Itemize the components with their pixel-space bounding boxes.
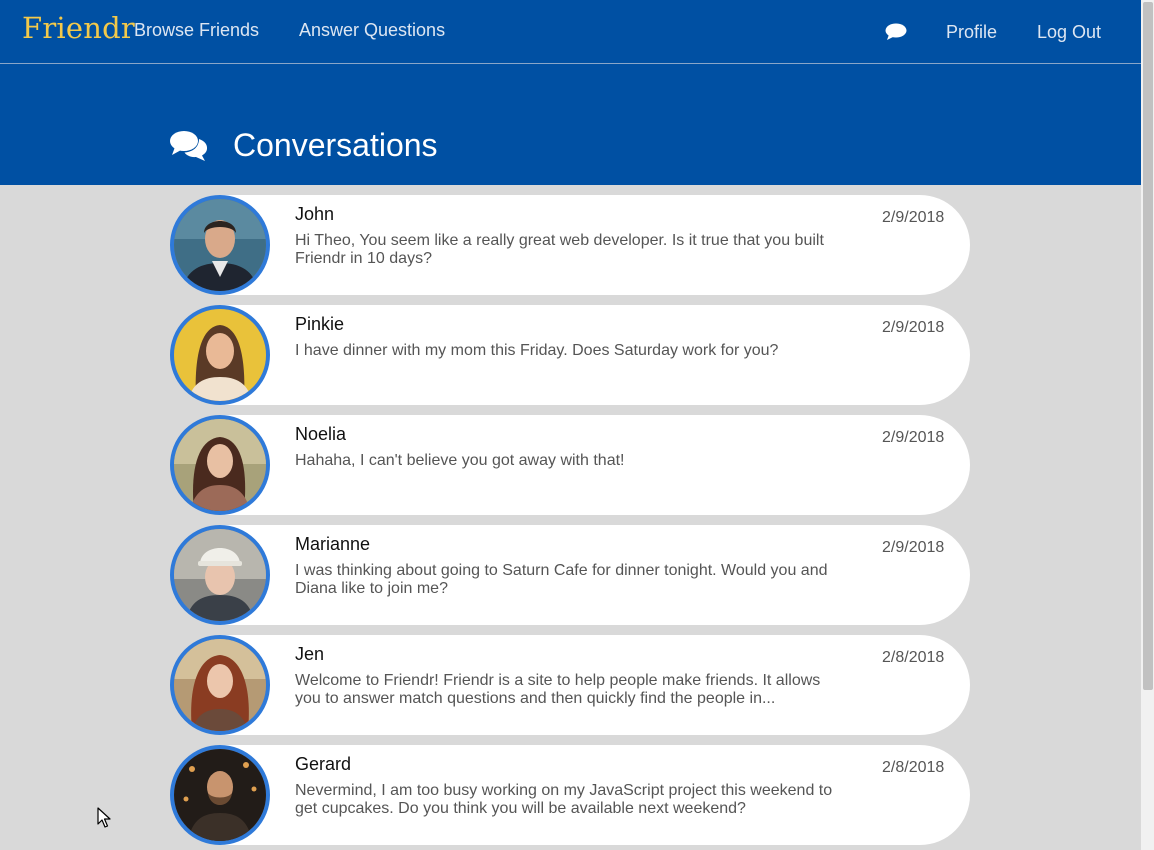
conversation-date: 2/9/2018 <box>882 429 945 446</box>
conversation-name: Pinkie <box>295 314 345 334</box>
avatar <box>170 525 270 625</box>
conversation-name: Noelia <box>295 424 347 444</box>
nav-answer-questions[interactable]: Answer Questions <box>299 20 445 41</box>
comment-icon[interactable] <box>884 22 908 42</box>
avatar <box>170 195 270 295</box>
nav-browse-friends[interactable]: Browse Friends <box>134 20 259 41</box>
conversation-message: Hahaha, I can't believe you got away wit… <box>295 452 625 469</box>
conversation-date: 2/9/2018 <box>882 319 945 336</box>
conversation-item[interactable]: John Hi Theo, You seem like a really gre… <box>170 195 970 295</box>
conversation-item[interactable]: Gerard Nevermind, I am too busy working … <box>170 745 970 845</box>
conversation-date: 2/9/2018 <box>882 209 945 226</box>
conversation-item[interactable]: Jen Welcome to Friendr! Friendr is a sit… <box>170 635 970 735</box>
header-band <box>0 64 1141 185</box>
conversation-item[interactable]: Pinkie I have dinner with my mom this Fr… <box>170 305 970 405</box>
conversation-message: Hi Theo, You seem like a really great we… <box>295 232 824 267</box>
avatar <box>170 415 270 515</box>
conversation-item[interactable]: Marianne I was thinking about going to S… <box>170 525 970 625</box>
page: Friendr Browse Friends Answer Questions … <box>0 0 1154 850</box>
nav-profile[interactable]: Profile <box>946 22 997 43</box>
scrollbar-thumb[interactable] <box>1143 2 1153 690</box>
conversation-message: Welcome to Friendr! Friendr is a site to… <box>295 672 821 707</box>
avatar <box>170 745 270 845</box>
avatar <box>170 635 270 735</box>
conversation-date: 2/8/2018 <box>882 649 945 666</box>
conversation-item[interactable]: Noelia Hahaha, I can't believe you got a… <box>170 415 970 515</box>
conversation-date: 2/8/2018 <box>882 759 945 776</box>
conversation-message: Nevermind, I am too busy working on my J… <box>295 782 833 817</box>
conversation-name: John <box>295 204 335 224</box>
conversation-name: Jen <box>295 644 325 664</box>
conversation-date: 2/9/2018 <box>882 539 945 556</box>
page-title: Conversations <box>233 127 438 163</box>
conversation-name: Gerard <box>295 754 352 774</box>
nav-log-out[interactable]: Log Out <box>1037 22 1101 43</box>
mouse-cursor-icon <box>97 807 111 829</box>
comments-icon <box>169 130 209 162</box>
avatar <box>170 305 270 405</box>
navbar: Friendr Browse Friends Answer Questions … <box>0 0 1141 64</box>
conversation-message: I have dinner with my mom this Friday. D… <box>295 342 779 359</box>
conversation-message: I was thinking about going to Saturn Caf… <box>295 562 828 597</box>
conversation-name: Marianne <box>295 534 371 554</box>
brand-logo[interactable]: Friendr <box>22 11 135 45</box>
